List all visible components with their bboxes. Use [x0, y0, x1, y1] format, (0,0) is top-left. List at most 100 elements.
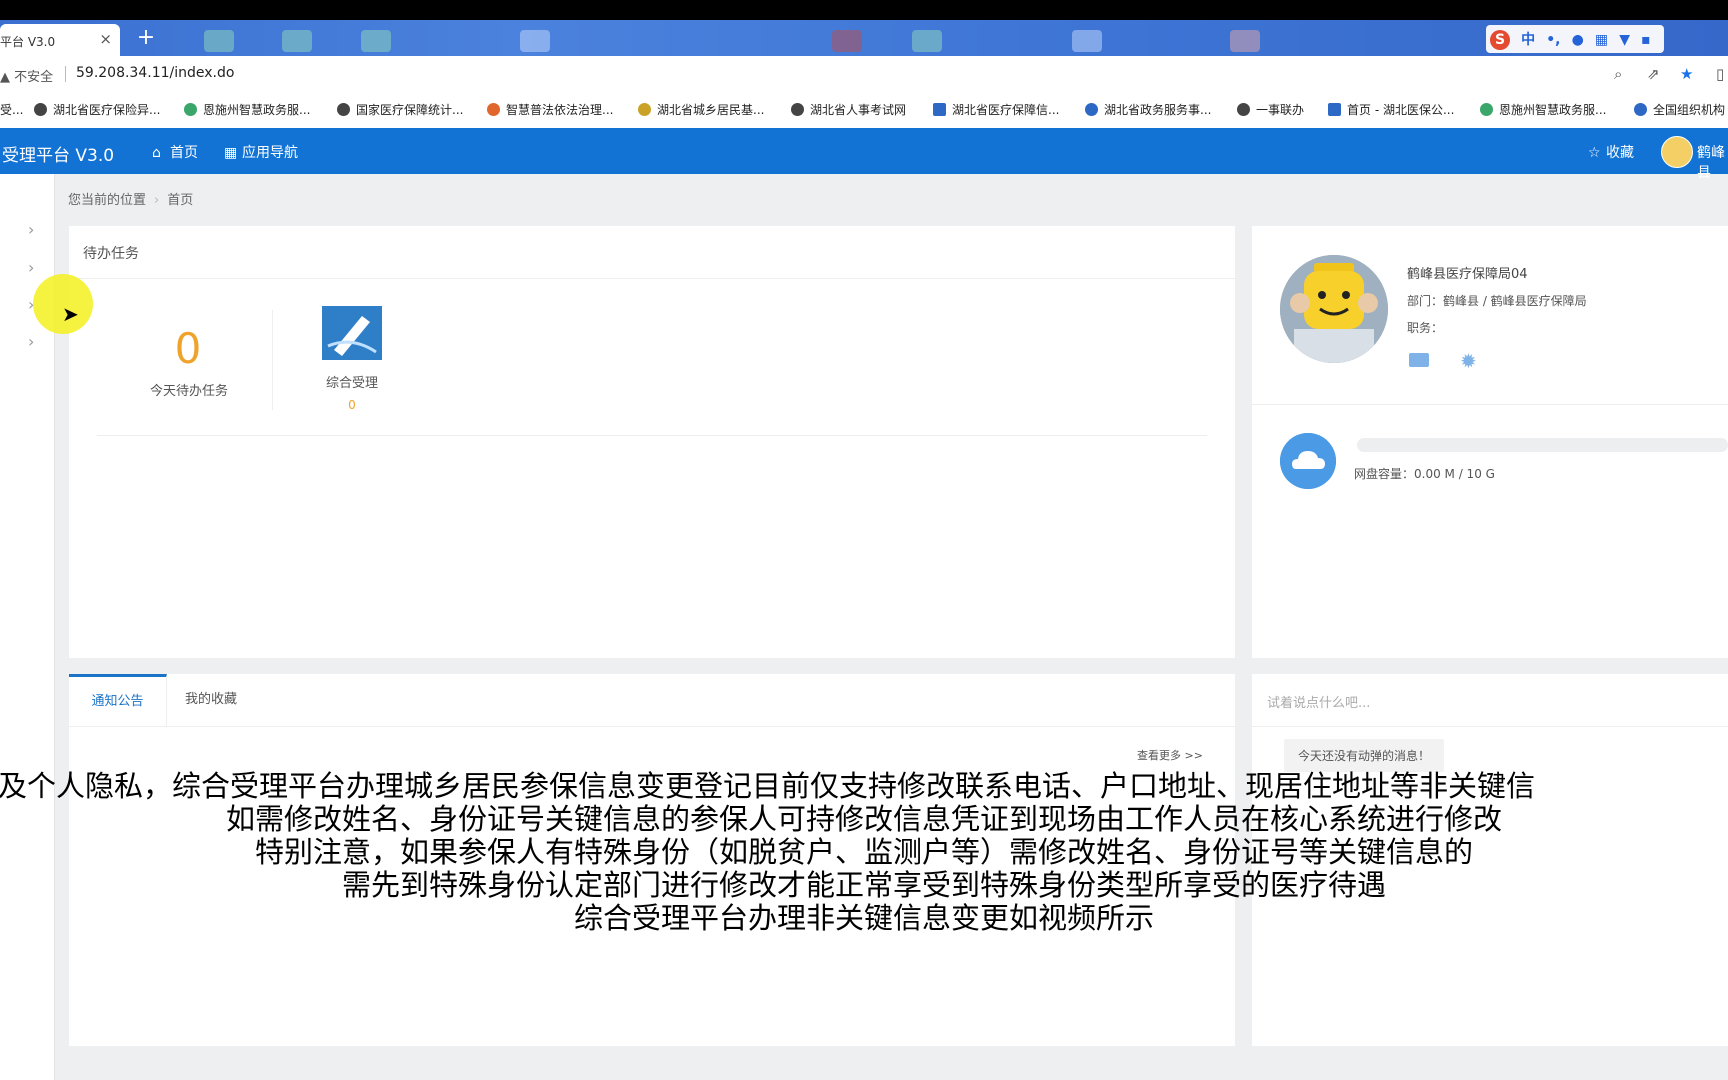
grid-icon: ▦: [224, 145, 238, 161]
address-divider: [65, 66, 66, 82]
globe-icon: [791, 103, 804, 116]
subtitle-line: 综合受理平台办理非关键信息变更如视频所示: [573, 901, 1154, 935]
panel-title: 待办任务: [83, 246, 139, 262]
tab-favorites[interactable]: 我的收藏: [185, 674, 237, 726]
share-icon[interactable]: ⇗: [1647, 65, 1660, 83]
favorites-link[interactable]: ☆ 收藏: [1588, 142, 1634, 162]
site-icon: [1085, 103, 1098, 116]
taskbar-app-icon: [1072, 30, 1102, 52]
divider: [1252, 726, 1728, 727]
cloud-icon: [1280, 433, 1336, 489]
breadcrumb-separator: ›: [154, 193, 160, 208]
bookmarks-bar: 受... 湖北省医疗保险异... 恩施州智慧政务服... 国家医疗保障统计...…: [0, 92, 1728, 129]
security-indicator[interactable]: ▲ 不安全: [0, 66, 53, 85]
divider: [69, 278, 1235, 279]
globe-icon: [34, 103, 47, 116]
taskbar-app-icon: [361, 30, 391, 52]
site-icon: [1480, 103, 1493, 116]
apps-grid-icon[interactable]: ▪: [1641, 32, 1651, 48]
storage-bar: [1357, 438, 1728, 452]
subtitle-line: 及个人隐私，综合受理平台办理城乡居民参保信息变更登记目前仅支持修改联系电话、户口…: [0, 769, 1536, 803]
bookmark-item[interactable]: 湖北省城乡居民基...: [638, 101, 764, 118]
gear-icon[interactable]: ✹: [1460, 349, 1477, 373]
app-count: 0: [348, 398, 356, 412]
site-icon: [184, 103, 197, 116]
new-tab-button[interactable]: +: [133, 26, 159, 52]
bookmark-item[interactable]: 湖北省政务服务事...: [1085, 101, 1211, 118]
url-field[interactable]: 59.208.34.11/index.do: [76, 65, 234, 81]
shirt-icon[interactable]: ▼: [1619, 32, 1630, 48]
todo-count: 0: [174, 324, 202, 373]
storage-label: 网盘容量：0.00 M / 10 G: [1354, 467, 1495, 481]
todo-count-label: 今天待办任务: [149, 384, 228, 399]
lego-avatar-icon: [1280, 255, 1388, 363]
nav-apps[interactable]: ▦ 应用导航: [224, 142, 298, 162]
bookmark-item[interactable]: 受...: [0, 101, 23, 118]
side-panel-icon[interactable]: ▯: [1716, 65, 1724, 83]
tab-title: 平台 V3.0: [0, 35, 56, 49]
site-icon: [487, 103, 500, 116]
avatar[interactable]: [1280, 255, 1388, 363]
bookmark-item[interactable]: 首页 - 湖北医保公...: [1328, 101, 1454, 118]
site-icon: [1634, 103, 1647, 116]
bookmark-item[interactable]: 国家医疗保障统计...: [337, 101, 463, 118]
user-name: 鹤峰县医疗保障局04: [1407, 267, 1528, 282]
breadcrumb-label: 您当前的位置: [68, 193, 147, 208]
bookmark-item[interactable]: 一事联办: [1237, 101, 1304, 118]
feed-input[interactable]: 试着说点什么吧...: [1267, 692, 1370, 711]
app-title: 受理平台 V3.0: [2, 146, 115, 166]
chevron-right-icon[interactable]: ›: [28, 220, 34, 239]
taskbar-app-icon: [1230, 30, 1260, 52]
mouse-pointer-icon: ➤: [62, 302, 79, 326]
cloud-shape: [1280, 433, 1336, 489]
profile-panel: 鹤峰县医疗保障局04 部门：鹤峰县 / 鹤峰县医疗保障局 职务： ✹ 网盘容量：…: [1252, 226, 1728, 658]
ime-mode-label[interactable]: 中: [1521, 29, 1535, 49]
bookmark-item[interactable]: 湖北省医疗保险异...: [34, 101, 160, 118]
bookmark-item[interactable]: 智慧普法依法治理...: [487, 101, 613, 118]
breadcrumb-current[interactable]: 首页: [167, 193, 193, 208]
nav-home[interactable]: ⌂ 首页: [152, 142, 198, 162]
avatar[interactable]: [1661, 136, 1693, 168]
user-dept: 部门：鹤峰县 / 鹤峰县医疗保障局: [1407, 294, 1587, 308]
subtitle-line: 如需修改姓名、身份证号关键信息的参保人可持修改信息凭证到现场由工作人员在核心系统…: [225, 802, 1502, 836]
chevron-right-icon[interactable]: ›: [28, 258, 34, 277]
pen-icon: [322, 306, 382, 360]
subtitle-line: 特别注意，如果参保人有特殊身份（如脱贫户、监测户等）需修改姓名、身份证号等关键信…: [254, 835, 1473, 869]
divider: [97, 435, 1207, 436]
bookmark-item[interactable]: 湖北省人事考试网: [791, 101, 906, 118]
bookmark-item[interactable]: 湖北省医疗保障信...: [933, 101, 1059, 118]
close-icon[interactable]: ×: [99, 30, 112, 48]
breadcrumb: 您当前的位置 › 首页: [68, 189, 193, 208]
bookmark-star-icon[interactable]: ★: [1680, 65, 1693, 83]
site-icon: [933, 103, 946, 116]
bookmark-item[interactable]: 恩施州智慧政务服...: [1480, 101, 1606, 118]
pen-app-icon[interactable]: [322, 306, 382, 360]
taskbar-app-icon: [832, 30, 862, 52]
bookmark-item[interactable]: 全国组织机构: [1634, 101, 1725, 118]
zoom-icon[interactable]: ⌕: [1614, 65, 1622, 83]
microphone-icon[interactable]: ●: [1572, 32, 1584, 48]
ime-toolbar[interactable]: S 中 •, ● ▦ ▼ ▪: [1486, 25, 1664, 53]
taskbar-app-icon: [520, 30, 550, 52]
browser-tab[interactable]: 平台 V3.0 ×: [0, 24, 120, 56]
sogou-icon: S: [1490, 30, 1510, 50]
globe-icon: [337, 103, 350, 116]
home-icon: ⌂: [152, 145, 161, 161]
bookmark-item[interactable]: 恩施州智慧政务服...: [184, 101, 310, 118]
globe-icon: [1237, 103, 1250, 116]
divider: [1252, 404, 1728, 405]
app-header: 受理平台 V3.0 ⌂ 首页 ▦ 应用导航 ☆ 收藏 鹤峰县: [0, 128, 1728, 181]
mail-icon[interactable]: [1409, 353, 1429, 367]
site-icon: [1328, 103, 1341, 116]
app-label[interactable]: 综合受理: [309, 372, 395, 391]
video-subtitles: 及个人隐私，综合受理平台办理城乡居民参保信息变更登记目前仅支持修改联系电话、户口…: [0, 770, 1728, 935]
browser-tab-bar: 平台 V3.0 × + S 中 •, ● ▦ ▼ ▪: [0, 20, 1728, 56]
taskbar-app-icon: [912, 30, 942, 52]
chevron-right-icon[interactable]: ›: [28, 332, 34, 351]
more-link[interactable]: 查看更多 >>: [1137, 747, 1203, 763]
keyboard-icon[interactable]: ▦: [1595, 32, 1608, 48]
site-icon: [638, 103, 651, 116]
tab-notices[interactable]: 通知公告: [69, 674, 167, 726]
ime-punct[interactable]: •,: [1546, 32, 1560, 48]
user-menu[interactable]: 鹤峰县: [1697, 142, 1728, 182]
